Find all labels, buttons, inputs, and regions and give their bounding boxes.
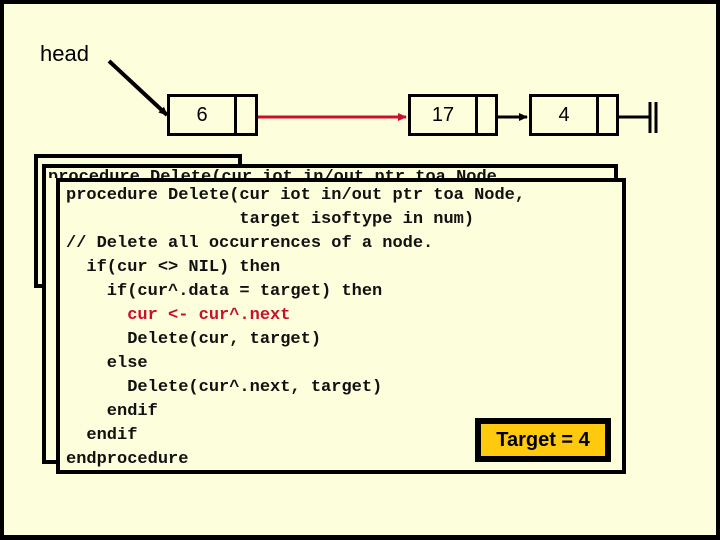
node-data: 4 xyxy=(532,97,599,133)
code-line: else xyxy=(66,354,148,373)
list-node-2: 17 xyxy=(408,94,498,136)
list-node-1: 6 xyxy=(167,94,258,136)
node-data: 6 xyxy=(170,97,237,133)
code-listing: procedure Delete(cur iot in/out ptr toa … xyxy=(66,184,525,472)
head-pointer-arrow xyxy=(107,59,169,117)
code-line: if(cur^.data = target) then xyxy=(66,282,383,301)
code-line: Delete(cur^.next, target) xyxy=(66,378,383,397)
code-line: target isoftype in num) xyxy=(66,210,475,229)
node-next-pointer xyxy=(234,97,255,133)
code-line-highlighted: cur <- cur^.next xyxy=(66,306,291,325)
code-line: procedure Delete(cur iot in/out ptr toa … xyxy=(66,186,526,205)
target-label: Target = 4 xyxy=(481,424,605,456)
ghost-code-line: procedure Delete(cur iot in/out ptr toa … xyxy=(48,168,508,178)
code-line: endprocedure xyxy=(66,450,189,469)
node-data: 17 xyxy=(411,97,478,133)
slide: head 6 17 4 procedure Delete(cur iot in/… xyxy=(0,0,720,540)
code-line: endif xyxy=(66,426,138,445)
target-badge: Target = 4 xyxy=(475,418,611,462)
node-next-pointer xyxy=(475,97,495,133)
code-line: // Delete all occurrences of a node. xyxy=(66,234,434,253)
list-node-3: 4 xyxy=(529,94,619,136)
node-next-pointer xyxy=(596,97,616,133)
code-line: if(cur <> NIL) then xyxy=(66,258,281,277)
code-line: endif xyxy=(66,402,158,421)
code-line: Delete(cur, target) xyxy=(66,330,322,349)
